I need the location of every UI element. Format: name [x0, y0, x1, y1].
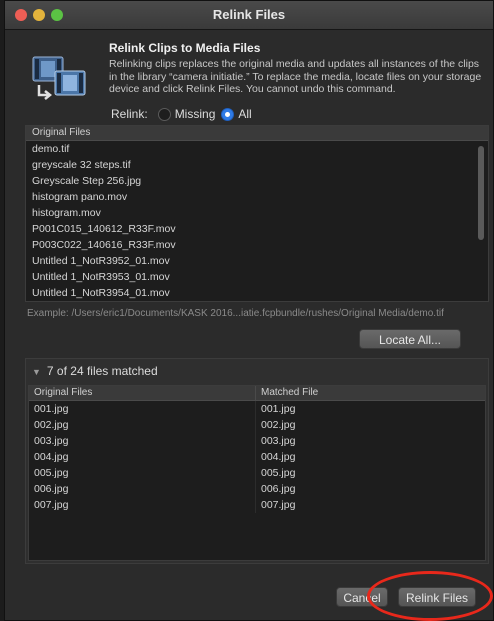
list-item[interactable]: histogram.mov [26, 205, 488, 221]
original-files-header[interactable]: Original Files [26, 126, 488, 141]
original-file-cell: 004.jpg [29, 449, 256, 465]
window-title: Relink Files [212, 7, 286, 22]
table-row[interactable]: 003.jpg 003.jpg [29, 433, 485, 449]
relink-missing-label[interactable]: Missing [175, 107, 216, 121]
original-file-cell: 003.jpg [29, 433, 256, 449]
example-path: Example: /Users/eric1/Documents/KASK 201… [27, 308, 444, 319]
matched-files-panel: ▼ 7 of 24 files matched Original Files Ma… [25, 358, 489, 564]
matched-file-cell: 002.jpg [261, 419, 296, 431]
list-item[interactable]: histogram pano.mov [26, 189, 488, 205]
list-item[interactable]: Greyscale Step 256.jpg [26, 173, 488, 189]
list-item[interactable]: demo.tif [26, 141, 488, 157]
relink-all-label[interactable]: All [238, 107, 251, 121]
table-row[interactable]: 004.jpg 004.jpg [29, 449, 485, 465]
matched-file-cell: 006.jpg [261, 483, 296, 495]
matched-files-table[interactable]: Original Files Matched File 001.jpg 001.… [28, 385, 486, 561]
original-file-cell: 002.jpg [29, 417, 256, 433]
matched-file-cell: 005.jpg [261, 467, 296, 479]
locate-all-button[interactable]: Locate All... [359, 329, 461, 349]
relink-all-radio[interactable] [221, 107, 235, 121]
original-file-cell: 005.jpg [29, 465, 256, 481]
list-item[interactable]: greyscale 32 steps.tif [26, 157, 488, 173]
relink-mode-selector: Relink: Missing All [111, 106, 252, 122]
relink-clips-icon [31, 49, 89, 107]
list-item[interactable]: Untitled 1_NotR3954_01.mov [26, 285, 488, 301]
dialog-heading: Relink Clips to Media Files [109, 41, 261, 55]
relink-label: Relink: [111, 107, 148, 121]
matched-file-cell: 001.jpg [261, 403, 296, 415]
list-scrollbar[interactable] [478, 146, 484, 240]
original-file-cell: 001.jpg [29, 401, 256, 417]
table-row[interactable]: 006.jpg 006.jpg [29, 481, 485, 497]
list-item[interactable]: Untitled 1_NotR3953_01.mov [26, 269, 488, 285]
annotation-circle [367, 571, 493, 621]
list-item[interactable]: Untitled 1_NotR3952_01.mov [26, 253, 488, 269]
table-row[interactable]: 007.jpg 007.jpg [29, 497, 485, 513]
matched-file-cell: 003.jpg [261, 435, 296, 447]
table-row[interactable]: 001.jpg 001.jpg [29, 401, 485, 417]
disclosure-triangle-icon[interactable]: ▼ [32, 367, 41, 377]
table-row[interactable]: 002.jpg 002.jpg [29, 417, 485, 433]
column-original-files[interactable]: Original Files [29, 386, 256, 400]
matched-file-cell: 004.jpg [261, 451, 296, 463]
list-item[interactable]: P001C015_140612_R33F.mov [26, 221, 488, 237]
matched-summary-label: 7 of 24 files matched [46, 364, 158, 378]
relink-files-dialog: Relink Files Relink Clips to Media Files… [4, 0, 494, 621]
title-bar: Relink Files [5, 1, 493, 30]
table-row[interactable]: 005.jpg 005.jpg [29, 465, 485, 481]
matched-summary[interactable]: ▼ 7 of 24 files matched [32, 364, 158, 378]
relink-missing-radio[interactable] [157, 107, 171, 121]
list-item[interactable]: P003C022_140616_R33F.mov [26, 237, 488, 253]
original-file-cell: 007.jpg [29, 497, 256, 513]
matched-file-cell: 007.jpg [261, 499, 296, 511]
original-files-list[interactable]: Original Files demo.tif greyscale 32 ste… [25, 125, 489, 302]
original-file-cell: 006.jpg [29, 481, 256, 497]
table-header: Original Files Matched File [29, 386, 485, 401]
column-matched-file[interactable]: Matched File [256, 386, 485, 400]
dialog-description: Relinking clips replaces the original me… [109, 58, 482, 95]
